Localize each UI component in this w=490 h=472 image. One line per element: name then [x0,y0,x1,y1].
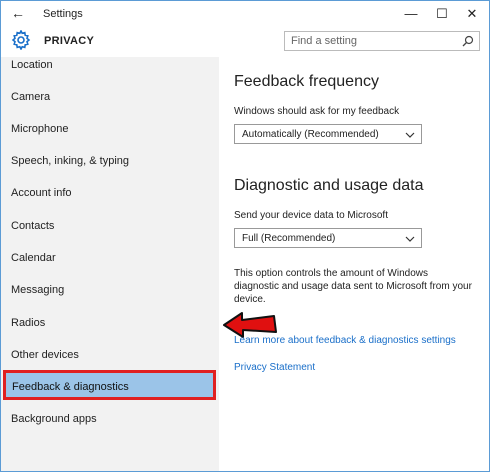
settings-window: ← Settings — ☐ ✕ PRIVACY Find a setting … [0,0,490,472]
back-arrow-icon[interactable]: ← [11,5,25,21]
sidebar-item-radios[interactable]: Radios [11,317,45,329]
feedback-frequency-heading: Feedback frequency [234,73,379,90]
feedback-frequency-value: Automatically (Recommended) [242,129,379,140]
search-icon[interactable] [462,35,474,47]
sidebar-item-calendar[interactable]: Calendar [11,252,56,264]
sidebar-item-label: Feedback & diagnostics [12,381,129,393]
privacy-statement-link[interactable]: Privacy Statement [234,362,315,373]
search-placeholder: Find a setting [291,35,358,47]
maximize-button[interactable]: ☐ [427,4,457,24]
sidebar-item-camera[interactable]: Camera [11,91,50,103]
diagnostic-label: Send your device data to Microsoft [234,210,388,221]
sidebar-item-account-info[interactable]: Account info [11,187,72,199]
diagnostic-data-value: Full (Recommended) [242,233,336,244]
diagnostic-description: This option controls the amount of Windo… [234,268,472,305]
search-input[interactable]: Find a setting [284,31,480,51]
feedback-label: Windows should ask for my feedback [234,106,400,117]
title-bar: ← Settings — ☐ ✕ [1,1,489,27]
sidebar-item-other-devices[interactable]: Other devices [11,349,79,361]
learn-more-link[interactable]: Learn more about feedback & diagnostics … [234,335,456,346]
page-header: PRIVACY Find a setting [1,27,489,57]
minimize-button[interactable]: — [396,4,426,24]
gear-icon [11,30,31,50]
sidebar-item-feedback-diagnostics[interactable]: Feedback & diagnostics [3,370,216,400]
sidebar-item-speech[interactable]: Speech, inking, & typing [11,155,129,167]
feedback-frequency-dropdown[interactable]: Automatically (Recommended) [234,124,422,144]
close-button[interactable]: ✕ [457,4,487,24]
sidebar-item-contacts[interactable]: Contacts [11,220,54,232]
diagnostic-usage-heading: Diagnostic and usage data [234,177,424,194]
sidebar-item-microphone[interactable]: Microphone [11,123,68,135]
window-title: Settings [43,8,83,20]
sidebar-item-messaging[interactable]: Messaging [11,284,64,296]
sidebar-item-location[interactable]: Location [11,59,53,71]
diagnostic-data-dropdown[interactable]: Full (Recommended) [234,228,422,248]
page-title: PRIVACY [44,35,95,47]
sidebar-item-background-apps[interactable]: Background apps [11,413,97,425]
main-content: Feedback frequency Windows should ask fo… [219,57,489,471]
chevron-down-icon [405,132,415,138]
sidebar: Location Camera Microphone Speech, inkin… [1,57,219,471]
chevron-down-icon [405,236,415,242]
